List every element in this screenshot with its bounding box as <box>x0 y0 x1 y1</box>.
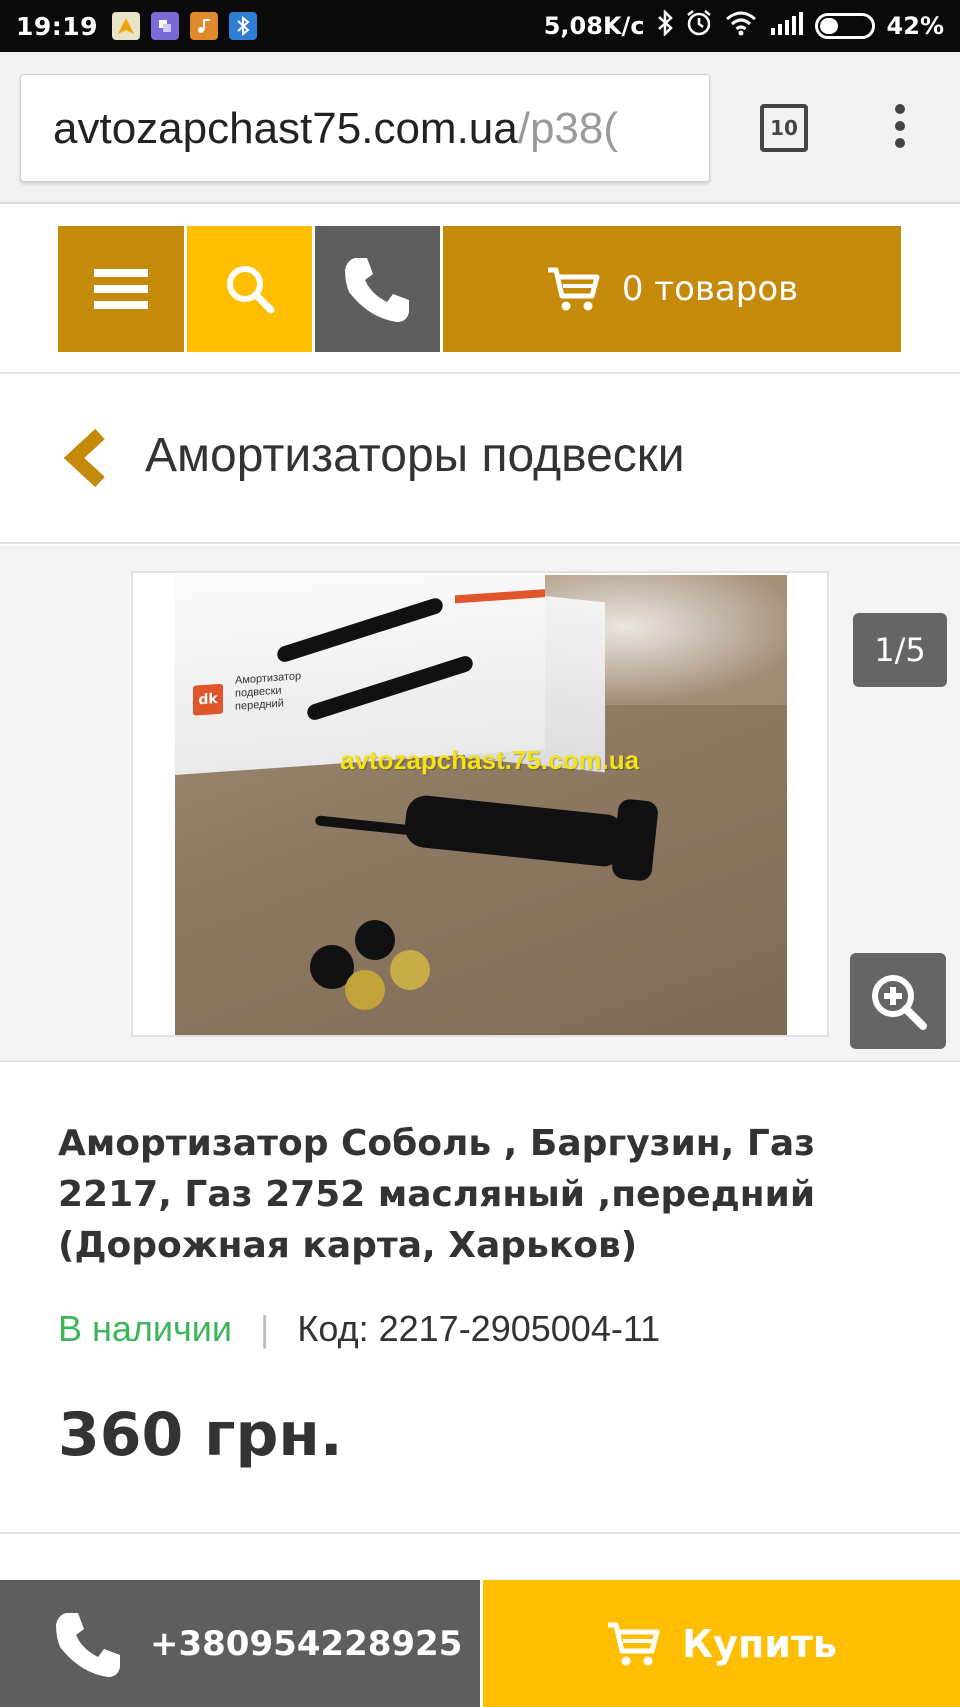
washer-2 <box>390 950 430 990</box>
box-shock-absorber-2 <box>305 654 475 722</box>
address-bar[interactable]: avtozapchast75.com.ua/p38( <box>20 74 710 182</box>
wifi-icon <box>725 10 757 42</box>
buy-label: Купить <box>682 1621 837 1666</box>
url-domain: avtozapchast75.com.ua <box>53 104 518 153</box>
browser-menu-button[interactable] <box>880 104 920 154</box>
buy-button[interactable]: Купить <box>483 1580 960 1707</box>
phone-number: +380954228925 <box>150 1623 463 1664</box>
zoom-in-icon <box>872 975 927 1030</box>
product-meta: В наличии | Код: 2217-2905004-11 <box>58 1308 660 1350</box>
network-speed: 5,08K/c <box>543 12 645 40</box>
app-notification-icon <box>151 12 180 40</box>
category-title[interactable]: Амортизаторы подвески <box>145 428 685 483</box>
product-photo[interactable]: dk Амортизатор подвески передний avtozap… <box>175 575 787 1035</box>
product-title: Амортизатор Соболь , Баргузин, Газ 2217,… <box>58 1123 816 1266</box>
call-phone-button[interactable]: +380954228925 <box>0 1580 480 1707</box>
phone-icon <box>344 258 409 322</box>
maps-notification-icon <box>112 12 141 40</box>
tabs-switcher-button[interactable]: 10 <box>760 104 808 152</box>
photo-watermark: avtozapchast.75.com.ua <box>340 745 640 775</box>
section-divider <box>0 1532 960 1534</box>
category-bar: Амортизаторы подвески <box>0 376 960 544</box>
cart-icon <box>608 1622 660 1665</box>
shock-absorber-body <box>402 793 628 869</box>
phone-icon <box>56 1612 120 1677</box>
zoom-button[interactable] <box>850 953 946 1049</box>
status-time: 19:19 <box>16 11 99 41</box>
cart-button[interactable]: 0 товаров <box>443 226 901 352</box>
product-price: 360 грн. <box>58 1400 343 1470</box>
back-chevron-icon[interactable] <box>62 428 108 488</box>
stock-status: В наличии <box>58 1308 233 1349</box>
site-header: 0 товаров <box>0 204 960 374</box>
menu-button[interactable] <box>58 226 184 352</box>
alarm-icon <box>685 9 713 43</box>
meta-separator: | <box>260 1308 270 1349</box>
box-shock-absorber-1 <box>275 596 445 665</box>
product-gallery: dk Амортизатор подвески передний avtozap… <box>0 546 960 1062</box>
battery-percent: 42% <box>886 12 944 40</box>
status-bar: 19:19 5,08K/c 42% <box>0 0 960 52</box>
image-counter: 1/5 <box>853 613 947 687</box>
shock-absorber-mount <box>610 798 660 882</box>
bushing-2 <box>355 920 395 960</box>
product-code-value: 2217-2905004-11 <box>378 1308 661 1349</box>
call-button[interactable] <box>315 226 440 352</box>
url-path: /p38( <box>517 104 619 153</box>
search-icon <box>226 266 274 314</box>
photo-frame: dk Амортизатор подвески передний avtozap… <box>131 571 947 1049</box>
hamburger-icon <box>94 261 148 317</box>
music-notification-icon <box>190 12 219 40</box>
signal-icon <box>769 10 803 42</box>
bluetooth-notification-icon <box>229 12 258 40</box>
bluetooth-icon <box>657 8 673 42</box>
box-label: Амортизатор подвески передний <box>235 670 301 714</box>
box-logo: dk <box>193 683 223 716</box>
box-stripe <box>455 589 545 604</box>
browser-toolbar: avtozapchast75.com.ua/p38( 10 <box>0 52 960 204</box>
status-right: 5,08K/c 42% <box>543 8 944 43</box>
washer-1 <box>345 970 385 1010</box>
battery-icon <box>814 13 875 39</box>
search-button[interactable] <box>187 226 312 352</box>
cart-icon <box>547 267 600 311</box>
product-code-label: Код: <box>297 1308 369 1349</box>
cart-label: 0 товаров <box>621 269 799 309</box>
